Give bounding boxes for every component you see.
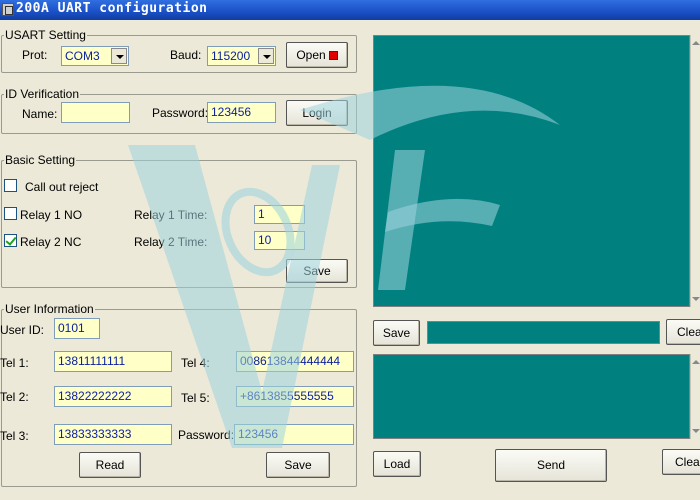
receive-save-label: Save — [382, 326, 411, 340]
tel2-field[interactable]: 13822222222 — [54, 386, 172, 407]
baud-label: Baud: — [170, 48, 202, 62]
tel1-label: Tel 1: — [0, 356, 29, 370]
baud-value: 115200 — [211, 49, 251, 63]
name-field[interactable] — [61, 102, 130, 123]
read-button[interactable]: Read — [79, 452, 141, 478]
tel3-label: Tel 3: — [0, 429, 29, 443]
password-field[interactable]: 123456 — [207, 102, 276, 123]
user-id-field[interactable]: 0101 — [54, 318, 100, 339]
app-icon — [2, 3, 14, 16]
open-button[interactable]: Open — [286, 42, 348, 68]
chevron-down-icon[interactable] — [258, 48, 274, 64]
usart-setting-legend: USART Setting — [4, 28, 87, 42]
call-out-reject-checkbox[interactable] — [4, 179, 17, 192]
name-label: Name: — [22, 107, 58, 121]
user-save-label: Save — [284, 458, 312, 472]
relay1-no-checkbox[interactable] — [4, 207, 17, 220]
user-information-legend: User Information — [4, 302, 95, 316]
send-area[interactable] — [373, 354, 690, 439]
tel5-field[interactable]: +8613855555555 — [236, 386, 354, 407]
tel4-label: Tel 4: — [181, 356, 210, 370]
basic-save-button[interactable]: Save — [286, 259, 348, 283]
prot-select[interactable]: COM3 — [61, 46, 129, 66]
tel2-label: Tel 2: — [0, 390, 29, 404]
relay1-time-field[interactable]: 1 — [254, 205, 305, 224]
baud-select[interactable]: 115200 — [207, 46, 276, 66]
relay2-nc-label: Relay 2 NC — [20, 235, 82, 249]
relay2-time-label: Relay 2 Time: — [134, 235, 208, 249]
scroll-down-icon[interactable] — [692, 297, 700, 301]
scroll-down-icon[interactable] — [692, 429, 700, 433]
tel3-field[interactable]: 13833333333 — [54, 424, 172, 445]
user-password-field[interactable]: 123456 — [234, 424, 354, 445]
relay1-time-label: Relay 1 Time: — [134, 208, 208, 222]
receive-area[interactable] — [373, 35, 690, 307]
status-led-icon — [328, 51, 338, 60]
prot-label: Prot: — [22, 48, 48, 62]
send-scrollbar[interactable] — [690, 354, 700, 439]
login-button-label: Login — [302, 106, 332, 120]
user-save-button[interactable]: Save — [266, 452, 330, 478]
send-button[interactable]: Send — [495, 449, 607, 482]
relay2-time-field[interactable]: 10 — [254, 231, 305, 250]
clear-receive-button[interactable]: Clea — [666, 319, 700, 345]
read-button-label: Read — [95, 458, 125, 472]
relay2-nc-checkbox[interactable] — [4, 234, 17, 247]
prot-value: COM3 — [65, 49, 100, 63]
clear-send-label: Clear — [675, 455, 700, 469]
call-out-reject-label: Call out reject — [25, 180, 99, 194]
basic-save-label: Save — [303, 264, 331, 278]
status-field — [427, 321, 660, 344]
relay1-no-label: Relay 1 NO — [20, 208, 83, 222]
load-button[interactable]: Load — [373, 451, 421, 477]
scroll-up-icon[interactable] — [692, 41, 700, 45]
open-button-label: Open — [296, 48, 326, 62]
user-id-label: User ID: — [0, 323, 45, 337]
tel4-field[interactable]: 008613844444444 — [236, 351, 354, 372]
send-button-label: Send — [536, 458, 566, 472]
receive-scrollbar[interactable] — [690, 35, 700, 307]
chevron-down-icon[interactable] — [111, 48, 127, 64]
id-verification-legend: ID Verification — [4, 87, 81, 101]
tel1-field[interactable]: 13811111111 — [54, 351, 172, 372]
clear-send-button[interactable]: Clear — [662, 449, 700, 475]
login-button[interactable]: Login — [286, 100, 348, 126]
title-bar: 200A UART configuration — [0, 0, 700, 20]
scroll-up-icon[interactable] — [692, 360, 700, 364]
load-button-label: Load — [383, 457, 411, 471]
clear-receive-label: Clea — [677, 325, 700, 339]
basic-setting-legend: Basic Setting — [4, 153, 77, 167]
password-label: Password: — [152, 106, 209, 120]
user-password-label: Password: — [178, 428, 235, 442]
receive-save-button[interactable]: Save — [373, 320, 420, 346]
tel5-label: Tel 5: — [181, 391, 210, 405]
window-title: 200A UART configuration — [16, 1, 208, 16]
